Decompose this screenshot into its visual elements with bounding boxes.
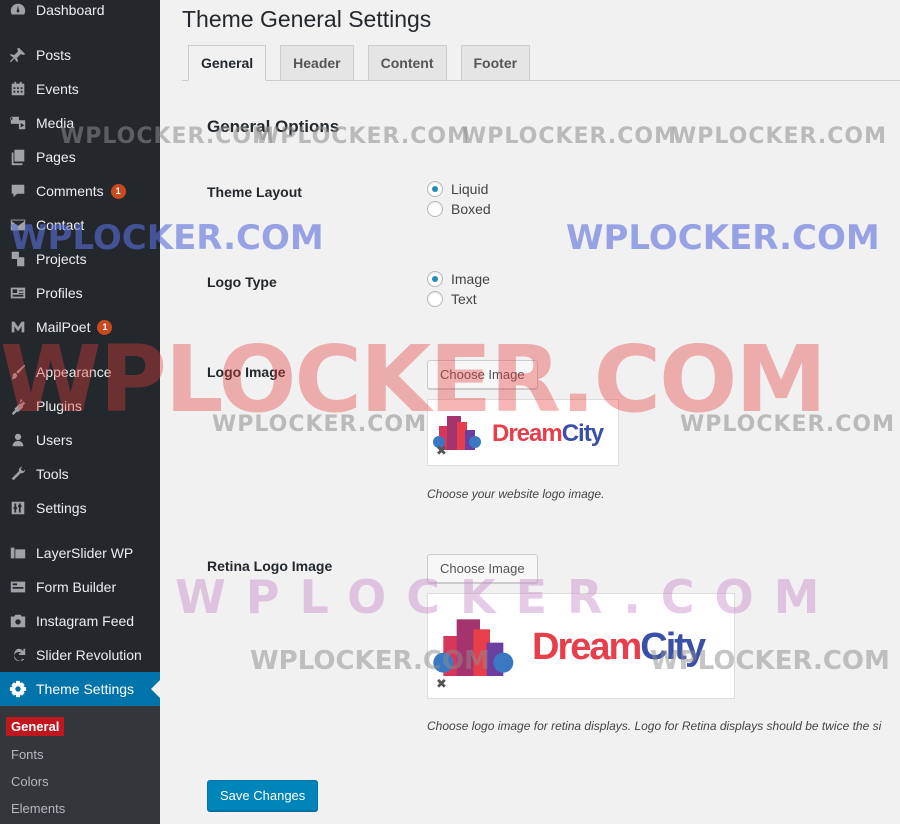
- menu-slider-revolution[interactable]: Slider Revolution: [0, 638, 160, 672]
- comments-count-badge: 1: [110, 183, 126, 199]
- tab-content[interactable]: Content: [367, 45, 447, 81]
- menu-contact[interactable]: Contact: [0, 208, 160, 242]
- menu-media[interactable]: Media: [0, 106, 160, 140]
- dreamcity-logo-text: DreamCity: [492, 420, 604, 447]
- logo-type-image-radio[interactable]: [427, 271, 443, 287]
- settings-tabs: General Header Content Footer: [188, 45, 544, 81]
- page-title: Theme General Settings: [182, 6, 432, 32]
- layers-icon: [0, 544, 36, 562]
- menu-form-builder[interactable]: Form Builder: [0, 570, 160, 604]
- tab-general[interactable]: General: [188, 45, 267, 81]
- menu-layerslider[interactable]: LayerSlider WP: [0, 536, 160, 570]
- dashboard-icon: [0, 1, 36, 19]
- menu-projects[interactable]: Projects: [0, 242, 160, 276]
- menu-users[interactable]: Users: [0, 423, 160, 457]
- submenu-general[interactable]: General: [6, 717, 65, 736]
- menu-settings[interactable]: Settings: [0, 491, 160, 525]
- menu-dashboard[interactable]: Dashboard: [0, 0, 160, 27]
- submenu-colors[interactable]: Colors: [6, 772, 54, 791]
- theme-layout-liquid-radio[interactable]: [427, 181, 443, 197]
- remove-logo-image-icon[interactable]: ✖: [436, 443, 447, 459]
- theme-layout-boxed-option[interactable]: Boxed: [427, 201, 491, 217]
- mailpoet-icon: [0, 318, 36, 336]
- remove-retina-logo-image-icon[interactable]: ✖: [436, 676, 447, 692]
- theme-layout-liquid-option[interactable]: Liquid: [427, 181, 488, 197]
- menu-pages[interactable]: Pages: [0, 140, 160, 174]
- pages-icon: [0, 148, 36, 166]
- menu-theme-settings[interactable]: Theme Settings: [0, 672, 160, 706]
- pin-icon: [0, 46, 36, 64]
- id-card-icon: [0, 284, 36, 302]
- choose-logo-image-button[interactable]: Choose Image: [427, 360, 538, 389]
- save-changes-button[interactable]: Save Changes: [207, 780, 319, 811]
- plugin-icon: [0, 397, 36, 415]
- comment-icon: [0, 182, 36, 200]
- section-title: General Options: [207, 117, 340, 136]
- submenu-fonts[interactable]: Fonts: [6, 745, 49, 764]
- logo-type-image-option[interactable]: Image: [427, 271, 490, 287]
- submenu-elements[interactable]: Elements: [6, 799, 70, 818]
- theme-settings-submenu: General Fonts Colors Elements: [0, 706, 160, 824]
- menu-profiles[interactable]: Profiles: [0, 276, 160, 310]
- refresh-icon: [0, 646, 36, 664]
- menu-mailpoet[interactable]: MailPoet 1: [0, 310, 160, 344]
- logo-type-label: Logo Type: [207, 274, 277, 290]
- wrench-icon: [0, 465, 36, 483]
- main-content: Theme General Settings General Header Co…: [160, 0, 900, 824]
- camera-icon: [0, 612, 36, 630]
- mail-icon: [0, 216, 36, 234]
- gear-icon: [0, 680, 36, 698]
- logo-type-text-radio[interactable]: [427, 291, 443, 307]
- settings-sliders-icon: [0, 499, 36, 517]
- retina-logo-image-label: Retina Logo Image: [207, 558, 333, 574]
- choose-retina-logo-image-button[interactable]: Choose Image: [427, 554, 538, 583]
- admin-sidebar: Dashboard Posts Events Media Pages Comme…: [0, 0, 160, 824]
- menu-events[interactable]: Events: [0, 72, 160, 106]
- retina-logo-image-description: Choose logo image for retina displays. L…: [427, 719, 882, 733]
- brush-icon: [0, 363, 36, 381]
- menu-appearance[interactable]: Appearance: [0, 355, 160, 389]
- logo-image-description: Choose your website logo image.: [427, 487, 605, 501]
- tab-header[interactable]: Header: [280, 45, 354, 81]
- menu-tools[interactable]: Tools: [0, 457, 160, 491]
- form-icon: [0, 578, 36, 596]
- mailpoet-count-badge: 1: [97, 319, 113, 335]
- logo-type-text-option[interactable]: Text: [427, 291, 477, 307]
- menu-comments[interactable]: Comments 1: [0, 174, 160, 208]
- menu-plugins[interactable]: Plugins: [0, 389, 160, 423]
- calendar-icon: [0, 80, 36, 98]
- theme-layout-boxed-radio[interactable]: [427, 201, 443, 217]
- logo-image-preview: DreamCity ✖: [427, 399, 619, 466]
- dreamcity-retina-logo-text: DreamCity: [532, 626, 706, 668]
- menu-instagram-feed[interactable]: Instagram Feed: [0, 604, 160, 638]
- tab-footer[interactable]: Footer: [460, 45, 531, 81]
- menu-posts[interactable]: Posts: [0, 38, 160, 72]
- logo-image-label: Logo Image: [207, 364, 286, 380]
- portfolio-icon: [0, 250, 36, 268]
- theme-layout-label: Theme Layout: [207, 184, 302, 200]
- media-icon: [0, 114, 36, 132]
- retina-logo-image-preview: DreamCity ✖: [427, 593, 735, 699]
- dreamcity-retina-logo-mark: [433, 619, 514, 676]
- user-icon: [0, 431, 36, 449]
